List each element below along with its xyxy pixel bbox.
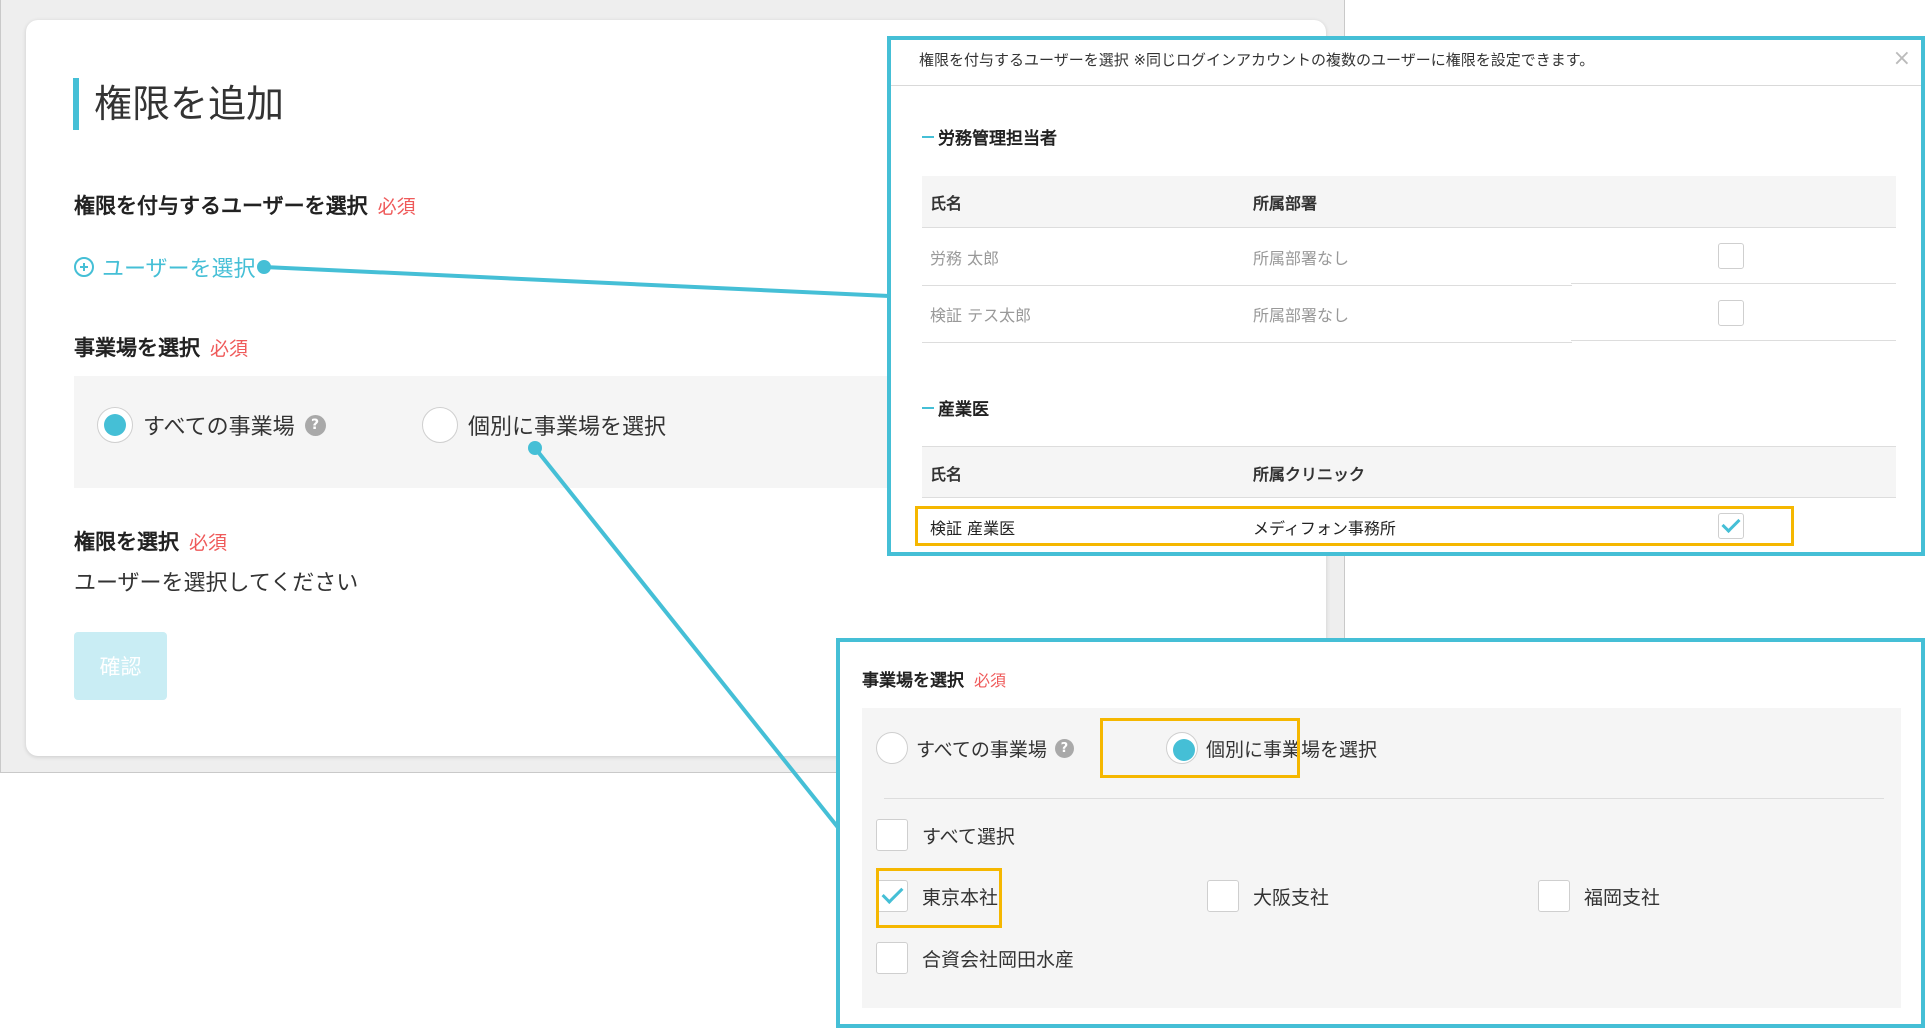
add-circle-icon [74, 257, 94, 277]
help-icon[interactable]: ? [304, 414, 326, 436]
facility-section-label: 事業場を選択 必須 [74, 332, 248, 362]
column-clinic: 所属クリニック [1253, 465, 1366, 484]
user-name: 検証 テス太郎 [930, 306, 1032, 325]
radio-individual-label: 個別に事業場を選択 [468, 415, 667, 440]
user-checkbox[interactable] [1718, 243, 1744, 269]
user-name: 労務 太郎 [930, 249, 1000, 268]
group-title-text: 労務管理担当者 [938, 129, 1057, 149]
permission-section-label: 権限を選択 必須 [74, 526, 227, 556]
column-name: 氏名 [930, 465, 963, 484]
facility-section-text: 事業場を選択 [74, 336, 200, 360]
group-title-doctor: 産業医 [922, 395, 989, 420]
column-dept: 所属部署 [1253, 194, 1318, 213]
checkbox [876, 819, 908, 851]
table-row: 検証 テス太郎 所属部署なし [922, 285, 1896, 341]
select-user-label: ユーザーを選択 [102, 257, 256, 282]
permission-hint: ユーザーを選択してください [74, 571, 359, 596]
facility-name: 大阪支社 [1253, 886, 1330, 909]
facility-option-okada[interactable]: 合資会社岡田水産 [876, 942, 1074, 974]
select-all-facilities[interactable]: すべて選択 [876, 819, 1015, 851]
checkbox [1538, 880, 1570, 912]
facility-callout-text: 事業場を選択 [862, 671, 964, 691]
divider [884, 798, 1884, 799]
user-checkbox[interactable] [1718, 300, 1744, 326]
modal-header: 権限を付与するユーザーを選択 ※同じログインアカウントの複数のユーザーに権限を設… [891, 40, 1921, 86]
table-header: 氏名 所属クリニック [922, 446, 1896, 498]
radio-selected-icon [97, 407, 133, 443]
row-divider [922, 342, 1572, 343]
select-all-label: すべて選択 [922, 825, 1015, 848]
facility-select-callout: 事業場を選択 必須 すべての事業場 ? 個別に事業場を選択 すべて選択 東京本社 … [836, 638, 1925, 1028]
highlight-frame [1100, 718, 1300, 778]
radio-all-label: すべての事業場 [916, 738, 1047, 761]
facility-option-osaka[interactable]: 大阪支社 [1207, 880, 1329, 912]
table-header: 氏名 所属部署 [922, 176, 1896, 228]
facility-name: 福岡支社 [1584, 886, 1661, 909]
highlight-frame [915, 506, 1794, 546]
radio-individual-facilities[interactable]: 個別に事業場を選択 [422, 407, 666, 443]
required-badge: 必須 [377, 196, 416, 218]
row-divider [1571, 340, 1896, 341]
required-badge: 必須 [974, 671, 1007, 690]
page-title: 権限を追加 [94, 82, 285, 126]
radio-all-facilities[interactable]: すべての事業場 ? [876, 732, 1074, 764]
dash-icon [922, 406, 934, 409]
highlight-frame [876, 868, 1002, 928]
facility-option-fukuoka[interactable]: 福岡支社 [1538, 880, 1660, 912]
title-accent-bar [73, 78, 79, 130]
user-dept: 所属部署なし [1253, 249, 1350, 268]
radio-unselected-icon [876, 732, 908, 764]
modal-header-text: 権限を付与するユーザーを選択 ※同じログインアカウントの複数のユーザーに権限を設… [919, 51, 1595, 69]
facility-callout-label: 事業場を選択 必須 [862, 666, 1006, 691]
dash-icon [922, 135, 934, 138]
row-divider [1571, 283, 1896, 284]
column-name: 氏名 [930, 194, 963, 213]
table-row: 労務 太郎 所属部署なし [922, 228, 1896, 284]
help-icon[interactable]: ? [1054, 738, 1074, 758]
group-title-labor: 労務管理担当者 [922, 124, 1057, 149]
user-section-text: 権限を付与するユーザーを選択 [74, 194, 368, 218]
checkbox [1207, 880, 1239, 912]
user-dept: 所属部署なし [1253, 306, 1350, 325]
required-badge: 必須 [210, 338, 249, 360]
radio-unselected-icon [422, 407, 458, 443]
confirm-button[interactable]: 確認 [74, 632, 167, 700]
group-title-text: 産業医 [938, 400, 989, 420]
user-section-label: 権限を付与するユーザーを選択 必須 [74, 190, 416, 220]
required-badge: 必須 [189, 532, 228, 554]
facility-options-panel: すべての事業場 ? 個別に事業場を選択 すべて選択 東京本社 大阪支社 福岡支社 [862, 708, 1901, 1008]
permission-section-text: 権限を選択 [74, 530, 179, 554]
facility-name: 合資会社岡田水産 [922, 948, 1075, 971]
radio-all-facilities[interactable]: すべての事業場 ? [97, 407, 326, 443]
user-select-modal: 権限を付与するユーザーを選択 ※同じログインアカウントの複数のユーザーに権限を設… [887, 36, 1925, 556]
select-user-link[interactable]: ユーザーを選択 [74, 251, 256, 283]
radio-all-label: すべての事業場 [143, 415, 295, 440]
close-icon[interactable]: × [1893, 46, 1911, 71]
checkbox [876, 942, 908, 974]
